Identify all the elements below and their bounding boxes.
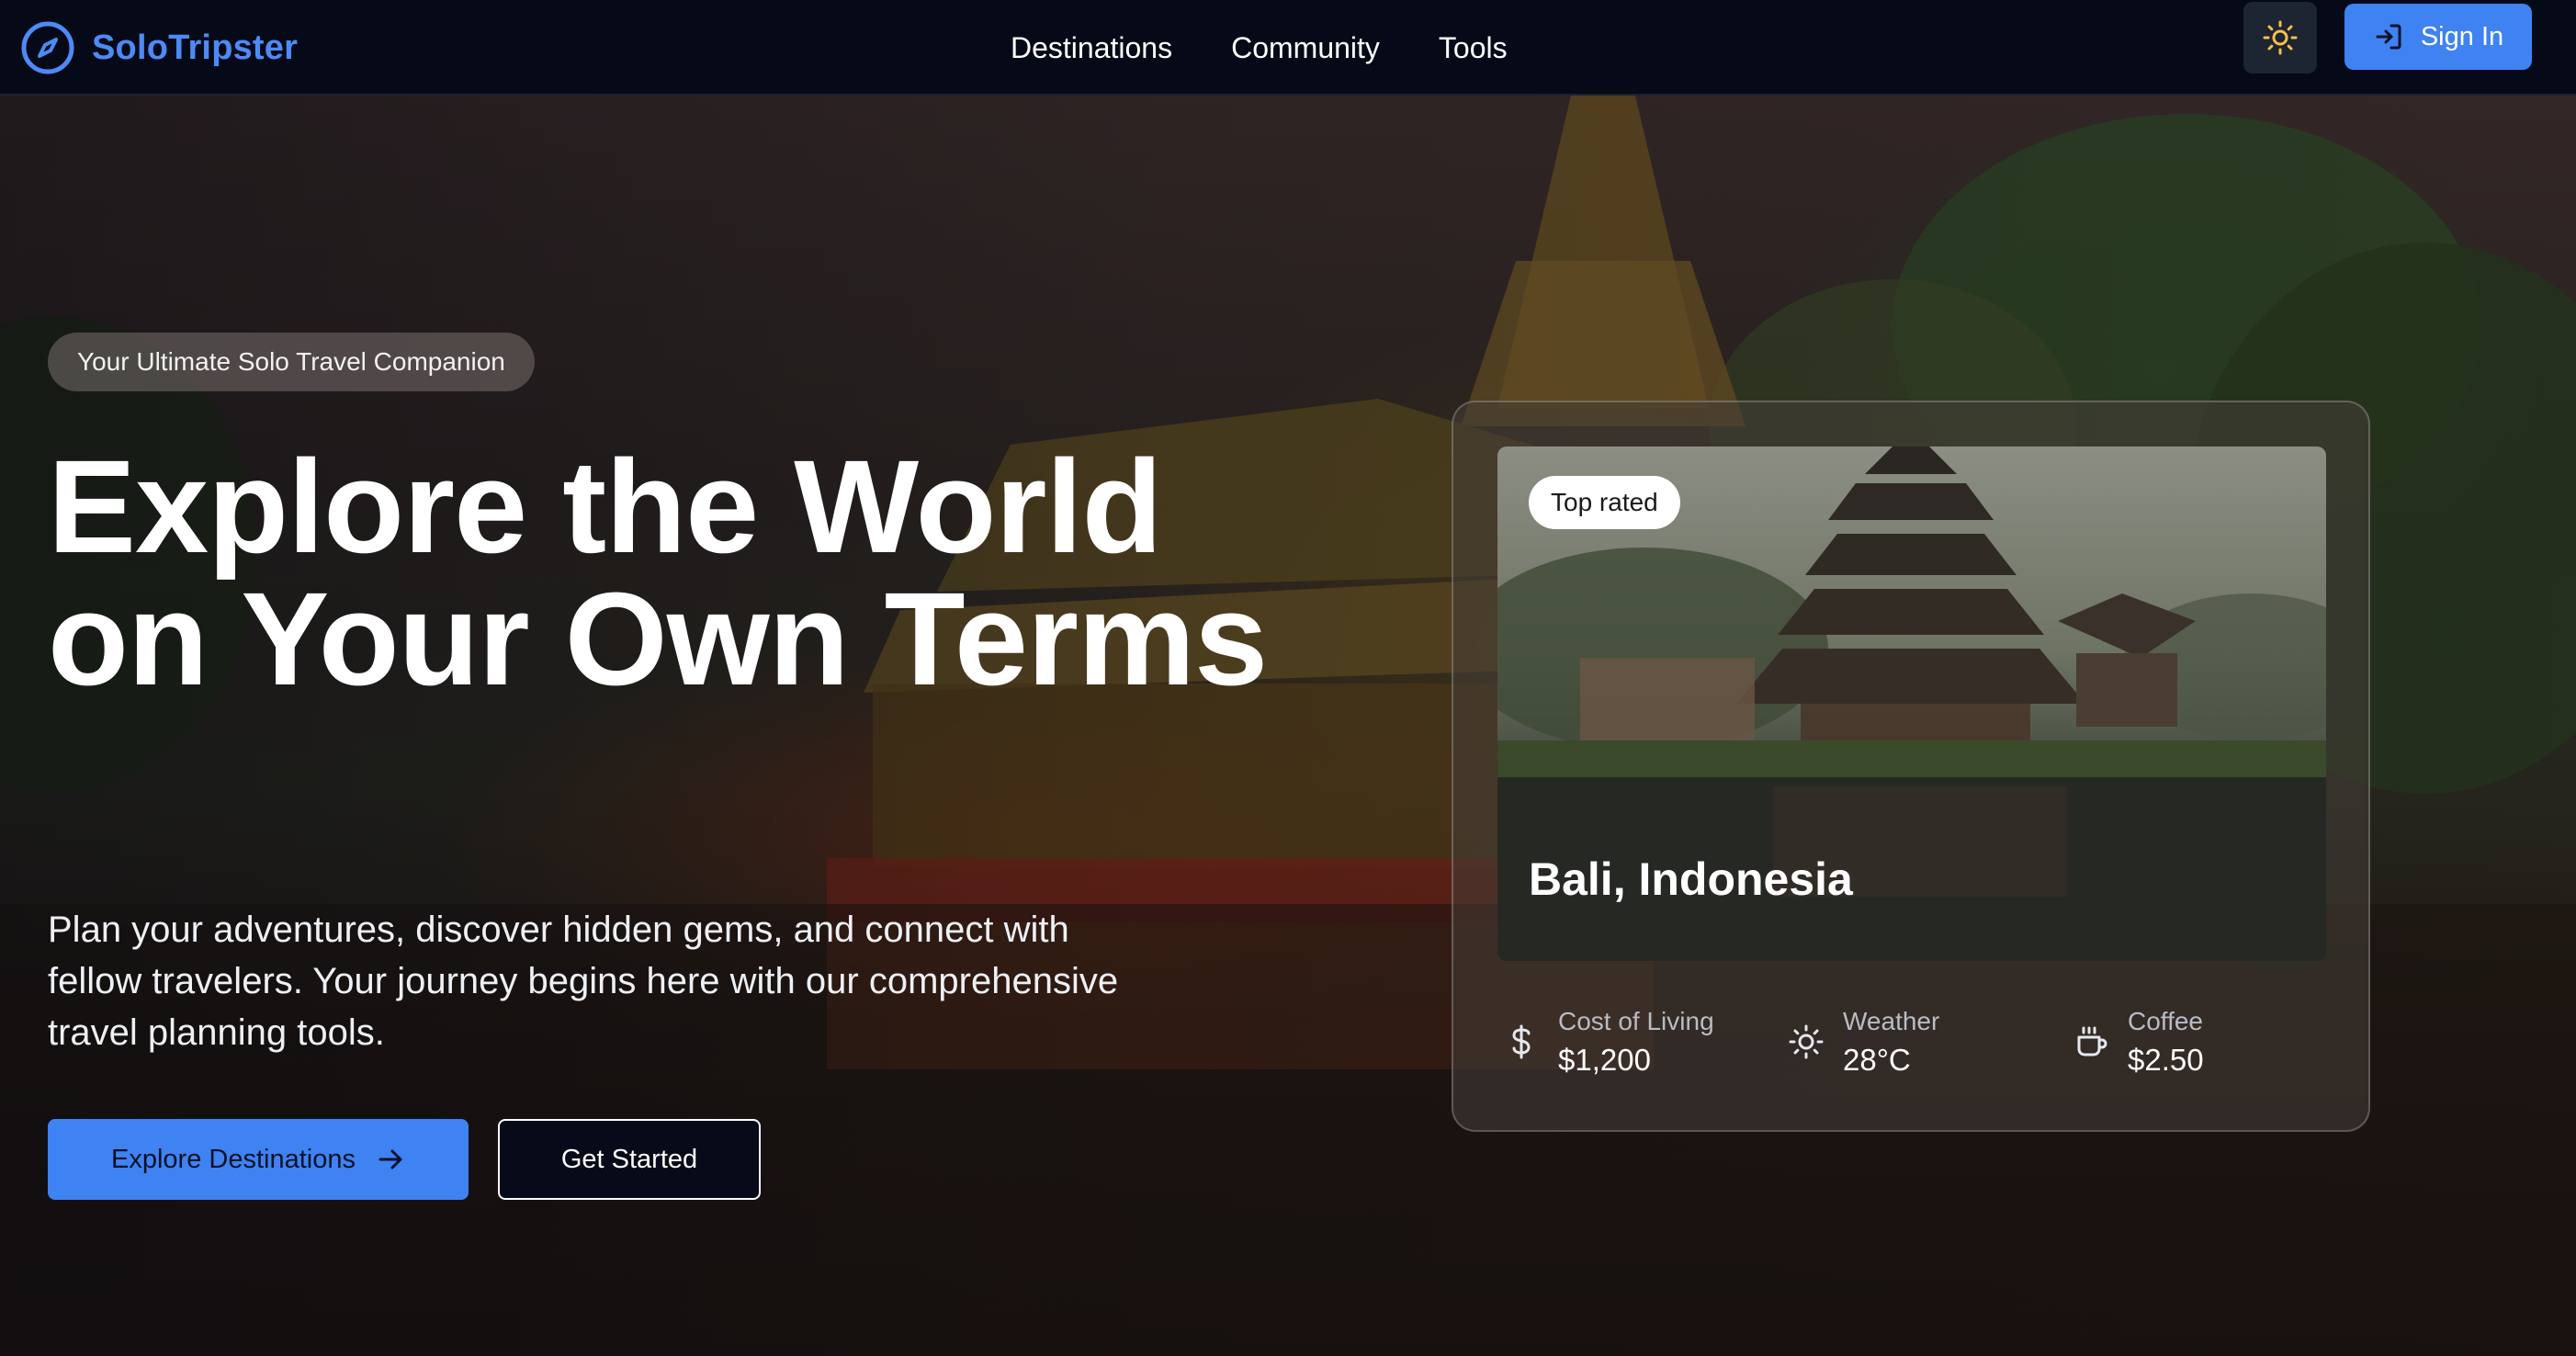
stat-label: Cost of Living (1558, 1007, 1714, 1035)
theme-toggle-button[interactable] (2243, 2, 2317, 73)
stat-weather: Weather 28°C (1788, 1005, 1939, 1080)
destination-photo: Top rated Bali, Indonesia (1497, 446, 2326, 961)
nav-tools[interactable]: Tools (1439, 31, 1508, 65)
explore-destinations-label: Explore Destinations (111, 1144, 356, 1174)
arrow-right-icon (378, 1149, 402, 1170)
sign-in-label: Sign In (2420, 21, 2504, 51)
nav-destinations[interactable]: Destinations (1011, 31, 1172, 65)
sun-icon (1789, 1024, 1824, 1059)
stat-value: $1,200 (1558, 1043, 1651, 1077)
stat-cost-of-living: Cost of Living $1,200 (1503, 1005, 1714, 1080)
stat-coffee: Coffee $2.50 (2073, 1005, 2204, 1080)
sun-icon (2263, 20, 2298, 55)
destination-card[interactable]: Top rated Bali, Indonesia Cost of Living… (1452, 401, 2370, 1132)
brand-name: SoloTripster (92, 28, 299, 67)
coffee-icon (2077, 1026, 2107, 1057)
dollar-icon (1512, 1024, 1531, 1059)
get-started-button[interactable]: Get Started (498, 1119, 761, 1200)
stat-value: 28°C (1843, 1043, 1911, 1077)
brand-logo[interactable]: SoloTripster (20, 17, 298, 79)
destination-name: Bali, Indonesia (1529, 853, 1853, 905)
hero-headline: Explore the World on Your Own Terms (48, 433, 1268, 713)
stat-label: Weather (1843, 1007, 1940, 1035)
sign-in-button[interactable]: Sign In (2344, 4, 2532, 70)
tagline-pill: Your Ultimate Solo Travel Companion (48, 333, 535, 391)
hero-description: Plan your adventures, discover hidden ge… (48, 910, 1119, 1053)
top-rated-badge: Top rated (1529, 476, 1680, 529)
explore-destinations-button[interactable]: Explore Destinations (48, 1119, 469, 1200)
stat-value: $2.50 (2128, 1043, 2204, 1077)
stat-label: Coffee (2128, 1007, 2203, 1035)
top-navbar: SoloTripster Destinations Community Tool… (0, 0, 2576, 96)
main-nav: Destinations Community Tools (1011, 0, 1566, 96)
login-icon (2376, 24, 2401, 50)
nav-community[interactable]: Community (1231, 31, 1380, 65)
compass-icon (21, 21, 74, 74)
